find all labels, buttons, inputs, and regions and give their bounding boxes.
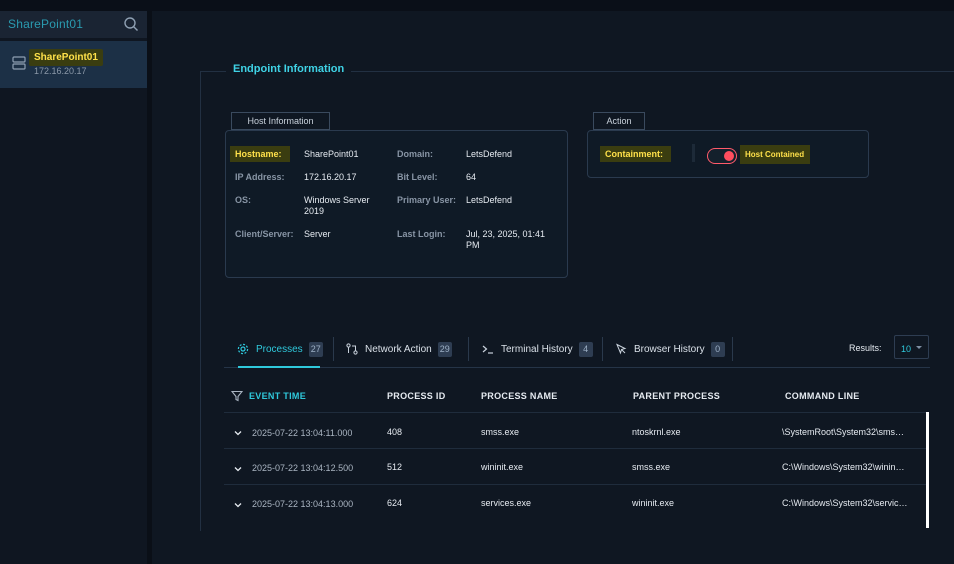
last-login-value-line2: PM — [466, 240, 480, 250]
column-header-event-time[interactable]: EVENT TIME — [249, 391, 306, 401]
process-name-cell: smss.exe — [481, 427, 520, 437]
tab-separator — [602, 337, 603, 361]
host-ip: 172.16.20.17 — [34, 66, 87, 76]
tab-network-action[interactable]: Network Action 29 — [346, 339, 452, 359]
hostname-label: Hostname: — [230, 146, 290, 162]
os-value-line1: Windows Server — [304, 195, 370, 205]
primary-user-label: Primary User: — [397, 195, 457, 205]
os-label: OS: — [235, 195, 252, 205]
filter-icon[interactable] — [231, 390, 243, 402]
host-name: SharePoint01 — [29, 49, 103, 66]
results-value: 10 — [901, 344, 912, 354]
command-line-cell: \SystemRoot\System32\sms… — [782, 427, 905, 437]
tab-processes-count: 27 — [308, 341, 323, 357]
sidebar-divider — [147, 11, 152, 564]
client-server-value: Server — [304, 229, 331, 239]
results-per-page-select[interactable]: 10 — [894, 335, 929, 359]
process-id-cell: 512 — [387, 462, 403, 472]
toggle-knob — [724, 151, 734, 161]
domain-label: Domain: — [397, 149, 433, 159]
client-server-label: Client/Server: — [235, 229, 294, 239]
search-icon[interactable] — [123, 16, 139, 32]
tab-processes-label: Processes — [256, 343, 303, 355]
action-label: Action — [593, 112, 645, 130]
tab-terminal-history[interactable]: Terminal History 4 — [482, 339, 593, 359]
column-header-process-name[interactable]: PROCESS NAME — [481, 391, 558, 401]
column-header-parent-process[interactable]: PARENT PROCESS — [633, 391, 720, 401]
tab-terminal-history-label: Terminal History — [501, 343, 573, 355]
search-text[interactable]: SharePoint01 — [8, 17, 83, 31]
column-header-process-id[interactable]: PROCESS ID — [387, 391, 446, 401]
tab-separator — [468, 337, 469, 361]
domain-value: LetsDefend — [466, 149, 513, 159]
ip-address-label: IP Address: — [235, 172, 285, 182]
tabs-baseline — [224, 367, 930, 368]
containment-toggle[interactable] — [707, 148, 737, 164]
terminal-icon — [482, 345, 493, 354]
process-id-cell: 408 — [387, 427, 403, 437]
process-name-cell: wininit.exe — [481, 462, 524, 472]
sidebar-host-item[interactable]: SharePoint01 172.16.20.17 — [0, 41, 147, 88]
event-time-cell: 2025-07-22 13:04:11.000 — [252, 428, 353, 438]
containment-status: Host Contained — [740, 145, 811, 164]
table-scrollbar[interactable] — [926, 412, 929, 528]
expand-row-chevron-icon[interactable] — [234, 429, 242, 437]
toggle-divider — [692, 144, 695, 162]
tab-browser-history-count: 0 — [710, 341, 725, 357]
column-header-command-line[interactable]: COMMAND LINE — [785, 391, 860, 401]
sidebar: SharePoint01 SharePoint01 172.16.20.17 — [0, 11, 147, 564]
event-time-cell: 2025-07-22 13:04:12.500 — [252, 463, 354, 473]
bit-level-value: 64 — [466, 172, 477, 182]
expand-row-chevron-icon[interactable] — [234, 465, 242, 473]
ip-address-value: 172.16.20.17 — [304, 172, 357, 182]
command-line-cell: C:\Windows\System32\winin… — [782, 462, 905, 472]
results-label: Results: — [849, 343, 882, 353]
tab-separator — [732, 337, 733, 361]
os-value-line2: 2019 — [304, 206, 325, 216]
tab-separator — [333, 337, 334, 361]
table-divider — [224, 484, 926, 485]
bit-level-label: Bit Level: — [397, 172, 438, 182]
tab-browser-history-label: Browser History — [634, 343, 705, 355]
tab-terminal-history-count: 4 — [578, 341, 593, 357]
network-icon — [346, 343, 358, 355]
last-login-value-line1: Jul, 23, 2025, 01:41 — [466, 229, 546, 239]
active-tab-indicator — [238, 366, 320, 368]
parent-process-cell: smss.exe — [632, 462, 671, 472]
process-name-cell: services.exe — [481, 498, 532, 508]
table-divider — [224, 412, 926, 413]
host-information-label: Host Information — [231, 112, 330, 130]
chevron-down-icon — [916, 346, 922, 349]
process-id-cell: 624 — [387, 498, 403, 508]
top-bar — [0, 0, 954, 11]
primary-user-value: LetsDefend — [466, 195, 513, 205]
tab-processes[interactable]: Processes 27 — [237, 339, 323, 359]
hostname-value: SharePoint01 — [304, 149, 359, 159]
gear-icon — [237, 343, 249, 355]
tab-network-action-label: Network Action — [365, 343, 432, 355]
expand-row-chevron-icon[interactable] — [234, 501, 242, 509]
page-title: Endpoint Information — [226, 63, 352, 75]
containment-label: Containment: — [600, 146, 671, 162]
server-icon — [12, 56, 26, 70]
tab-network-action-count: 29 — [437, 341, 452, 357]
tab-browser-history[interactable]: Browser History 0 — [615, 339, 725, 359]
last-login-label: Last Login: — [397, 229, 446, 239]
host-search-bar[interactable]: SharePoint01 — [0, 11, 147, 38]
cursor-icon — [616, 343, 627, 355]
event-time-cell: 2025-07-22 13:04:13.000 — [252, 499, 354, 509]
table-divider — [224, 448, 926, 449]
parent-process-cell: ntoskrnl.exe — [632, 427, 681, 437]
parent-process-cell: wininit.exe — [632, 498, 675, 508]
command-line-cell: C:\Windows\System32\servic… — [782, 498, 908, 508]
